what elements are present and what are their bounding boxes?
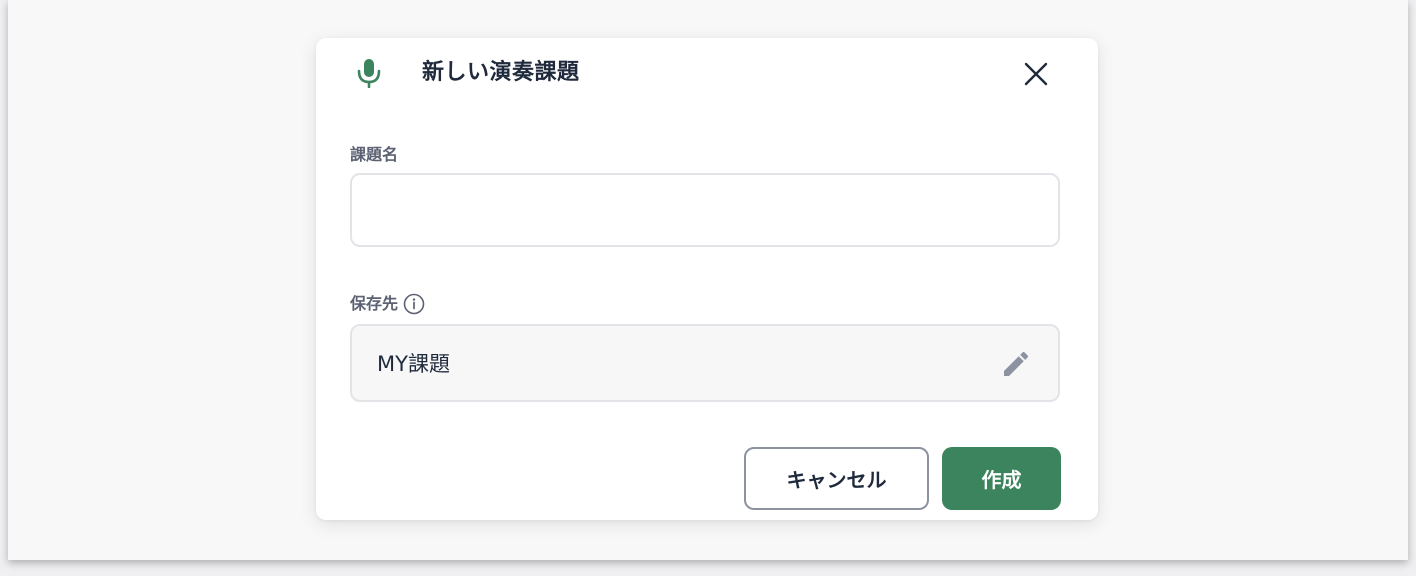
save-location-field[interactable]: MY課題 xyxy=(350,324,1060,402)
save-location-label-row: 保存先 xyxy=(350,293,425,315)
dialog-title: 新しい演奏課題 xyxy=(422,60,580,85)
new-assignment-dialog: 新しい演奏課題 課題名 保存先 MY課題 キャンセル 作成 xyxy=(316,38,1098,520)
info-icon[interactable] xyxy=(403,293,425,315)
assignment-name-label: 課題名 xyxy=(350,145,399,164)
create-button[interactable]: 作成 xyxy=(942,447,1061,510)
pencil-icon[interactable] xyxy=(1000,348,1032,380)
save-location-value: MY課題 xyxy=(377,352,450,376)
save-location-label: 保存先 xyxy=(350,294,399,313)
assignment-name-input[interactable] xyxy=(350,173,1060,247)
cancel-button[interactable]: キャンセル xyxy=(744,447,929,510)
microphone-icon xyxy=(357,59,381,88)
close-icon[interactable] xyxy=(1022,60,1050,88)
